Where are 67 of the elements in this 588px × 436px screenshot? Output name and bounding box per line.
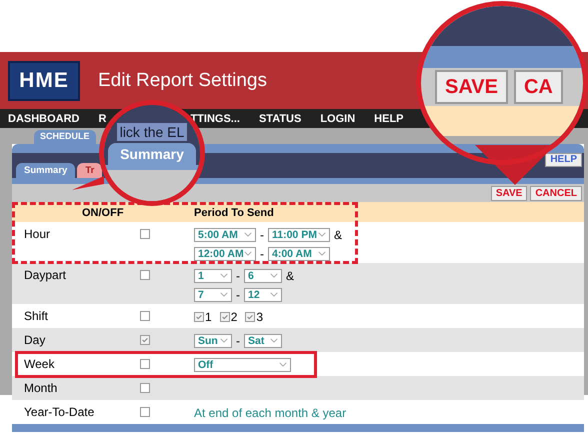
- dropdown[interactable]: 6: [244, 268, 282, 282]
- nav-link[interactable]: LOGIN: [320, 112, 356, 124]
- help-button[interactable]: HELP: [545, 153, 582, 167]
- chevron-icon: [244, 251, 252, 256]
- dropdown[interactable]: Sat: [244, 334, 282, 348]
- chevron-icon: [244, 232, 252, 237]
- dropdown[interactable]: 4:00 AM: [268, 246, 330, 260]
- row-label: Year-To-Date: [23, 404, 96, 421]
- range-separator: -: [236, 288, 240, 302]
- checkbox[interactable]: [220, 312, 230, 322]
- row-label: Shift: [23, 308, 50, 325]
- nav-link[interactable]: TTINGS...: [190, 112, 240, 124]
- column-header: Period To Send: [194, 207, 274, 219]
- chevron-icon: [270, 273, 278, 278]
- tab[interactable]: SCHEDULE: [34, 130, 96, 144]
- row-label: Daypart: [23, 267, 68, 284]
- checkbox[interactable]: [140, 335, 150, 345]
- checkbox[interactable]: [140, 383, 150, 393]
- row-label: Week: [23, 356, 56, 373]
- checkbox-label: 1: [205, 310, 212, 324]
- dropdown[interactable]: Off: [194, 358, 291, 372]
- chevron-icon: [270, 292, 278, 297]
- chevron-icon: [220, 273, 228, 278]
- checkbox[interactable]: [194, 312, 204, 322]
- dropdown[interactable]: 5:00 AM: [194, 228, 256, 242]
- tab[interactable]: Summary: [16, 163, 76, 178]
- logo: HME: [8, 60, 80, 100]
- dropdown[interactable]: 11:00 PM: [268, 228, 330, 242]
- chevron-icon: [318, 251, 326, 256]
- action-button[interactable]: SAVE: [490, 186, 528, 200]
- column-header: ON/OFF: [82, 206, 125, 221]
- instruction-text: lick the EL: [116, 123, 188, 141]
- nav-link[interactable]: HELP: [374, 112, 404, 124]
- row-label: Month: [23, 380, 58, 397]
- checkbox[interactable]: [140, 311, 150, 321]
- schedule-note: At end of each month & year: [194, 406, 346, 420]
- checkbox[interactable]: [140, 270, 150, 280]
- chevron-icon: [220, 292, 228, 297]
- conjunction: &: [334, 228, 342, 242]
- checkbox[interactable]: [140, 407, 150, 417]
- nav-link[interactable]: R: [98, 112, 106, 124]
- range-separator: -: [260, 246, 264, 260]
- range-separator: -: [236, 334, 240, 348]
- range-separator: -: [260, 228, 264, 242]
- checkbox-label: 2: [230, 310, 238, 324]
- dropdown[interactable]: 7: [194, 288, 232, 302]
- dropdown[interactable]: 12:00 AM: [194, 246, 256, 260]
- nav-link[interactable]: DASHBOARD: [8, 112, 80, 124]
- page-title: Edit Report Settings: [98, 70, 267, 92]
- chevron-icon: [220, 338, 228, 343]
- row-label: Day: [23, 332, 46, 349]
- dropdown[interactable]: 1: [194, 268, 232, 282]
- dropdown[interactable]: 12: [244, 288, 282, 302]
- nav-link[interactable]: STATUS: [258, 112, 302, 124]
- tab[interactable]: Tr: [77, 163, 102, 178]
- range-separator: -: [236, 268, 240, 282]
- chevron-icon: [279, 362, 287, 367]
- chevron-icon: [270, 338, 278, 343]
- dropdown[interactable]: Sun: [194, 334, 232, 348]
- chevron-icon: [318, 232, 326, 237]
- action-button[interactable]: CANCEL: [530, 186, 582, 200]
- checkbox[interactable]: [245, 312, 256, 322]
- conjunction: &: [286, 268, 294, 282]
- row-label: Hour: [23, 226, 52, 243]
- checkbox[interactable]: [140, 229, 150, 239]
- checkbox-label: 3: [256, 310, 264, 324]
- checkbox[interactable]: [140, 359, 150, 369]
